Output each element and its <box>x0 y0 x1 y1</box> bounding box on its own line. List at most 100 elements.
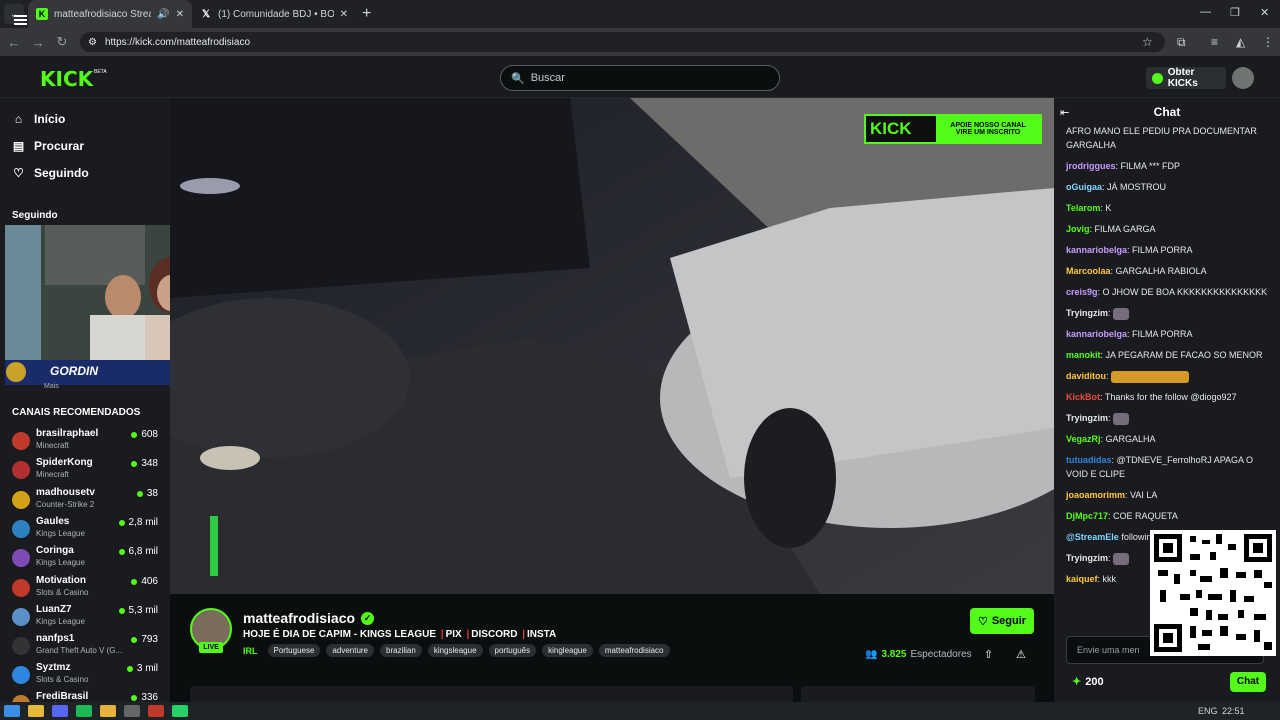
chat-username[interactable]: creis9g <box>1066 287 1098 297</box>
chat-username[interactable]: oGuigaa <box>1066 182 1102 192</box>
chrome-icon[interactable] <box>100 705 116 717</box>
speaker-icon[interactable]: 🔊 <box>157 9 169 20</box>
chat-username[interactable]: Tryingzim <box>1066 413 1108 423</box>
video-player[interactable]: KICK APOIE NOSSO CANAL VIRE UM INSCRITO <box>170 98 1054 594</box>
channel-name: FrediBrasil <box>36 691 89 702</box>
recommended-channel[interactable]: Motivation Slots & Casino 406 <box>12 575 162 603</box>
browser-tab-x[interactable]: 𝕏 (1) Comunidade BDJ • BONDE ✕ <box>192 0 356 28</box>
following-more[interactable]: Mais <box>44 383 59 390</box>
follow-button[interactable]: ♡ Seguir <box>970 608 1034 634</box>
sidebar-item-home[interactable]: ⌂ Início <box>12 112 65 126</box>
recommended-channel[interactable]: LuanZ7 Kings League 5,3 mil <box>12 604 162 632</box>
get-kicks-button[interactable]: Obter KICKs <box>1146 67 1226 89</box>
beta-label: BETA <box>94 69 107 75</box>
recommended-channel[interactable]: SpiderKong Minecraft 348 <box>12 457 162 485</box>
sidebar-item-browse[interactable]: ▤ Procurar <box>12 139 84 153</box>
chat-username[interactable]: kannariobelga <box>1066 329 1127 339</box>
channel-category: Slots & Casino <box>36 588 89 597</box>
chat-username[interactable]: Tryingzim <box>1066 308 1108 318</box>
tag[interactable]: adventure <box>326 644 375 657</box>
chat-username[interactable]: DjMpc717 <box>1066 511 1108 521</box>
recommended-channel[interactable]: FrediBrasil 336 <box>12 691 162 702</box>
tag[interactable]: kingsleague <box>427 644 483 657</box>
overlay-text: GORDIN <box>50 364 98 378</box>
channel-category: Kings League <box>36 617 85 626</box>
recommended-channel[interactable]: nanfps1 Grand Theft Auto V (G... 793 <box>12 633 162 661</box>
chat-username[interactable]: Marcoolaa <box>1066 266 1111 276</box>
media-icon[interactable]: ≡ <box>1211 35 1218 49</box>
kick-points[interactable]: ✦ 200 <box>1072 675 1104 689</box>
tab-close-icon[interactable]: ✕ <box>176 9 184 20</box>
chat-username[interactable]: VegazRj <box>1066 434 1101 444</box>
kick-logo[interactable]: KICK <box>40 67 93 91</box>
chat-username[interactable]: kaiquef <box>1066 574 1098 584</box>
search-input[interactable]: 🔍 Buscar <box>500 65 780 91</box>
steam-icon[interactable] <box>124 705 140 717</box>
recommended-channel[interactable]: Gaules Kings League 2,8 mil <box>12 516 162 544</box>
chat-username[interactable]: kannariobelga <box>1066 245 1127 255</box>
site-info-icon[interactable]: ⚙ <box>88 37 97 48</box>
hamburger-menu-icon[interactable] <box>14 15 27 25</box>
chat-username[interactable]: @StreamEle <box>1066 532 1119 542</box>
whatsapp-icon[interactable] <box>172 705 188 717</box>
channel-name[interactable]: matteafrodisiaco <box>243 610 355 626</box>
chat-username[interactable]: joaoamorimm <box>1066 490 1125 500</box>
share-icon[interactable]: ⇧ <box>984 648 993 661</box>
kicks-coin-icon <box>1152 72 1163 84</box>
tag[interactable]: kingleague <box>542 644 593 657</box>
recommended-channel[interactable]: madhousetv Counter-Strike 2 38 <box>12 487 162 515</box>
forward-icon[interactable]: → <box>26 35 50 50</box>
minimize-icon[interactable]: — <box>1200 6 1211 18</box>
tab-title: (1) Comunidade BDJ • BONDE <box>218 8 334 20</box>
app-icon[interactable] <box>148 705 164 717</box>
tag[interactable]: português <box>488 644 537 657</box>
sidebar-item-label: Procurar <box>34 139 85 153</box>
collapse-chat-icon[interactable]: ⇤ <box>1060 106 1069 119</box>
channel-category: Minecraft <box>36 470 69 479</box>
url-field[interactable]: ⚙ https://kick.com/matteafrodisiaco <box>80 32 1165 52</box>
close-window-icon[interactable]: ✕ <box>1260 6 1269 19</box>
viewer-count-value: 38 <box>146 488 158 499</box>
chat-username[interactable]: KickBot <box>1066 392 1100 402</box>
reload-icon[interactable]: ↻ <box>50 34 74 50</box>
viewer-count: 793 <box>131 634 158 645</box>
chat-username[interactable]: Tryingzim <box>1066 553 1108 563</box>
following-stream-overlay[interactable] <box>5 225 170 385</box>
new-tab-icon[interactable]: + <box>362 5 371 23</box>
language-indicator[interactable]: ENG <box>1198 706 1218 716</box>
extensions-icon[interactable]: ⧉ <box>1177 35 1186 50</box>
chat-message: Jovig: FILMA GARGA <box>1066 224 1156 234</box>
user-avatar[interactable] <box>1232 67 1254 89</box>
tag[interactable]: matteafrodisiaco <box>598 644 670 657</box>
report-icon[interactable]: ⚠ <box>1016 648 1026 661</box>
recommended-channel[interactable]: brasilraphael Minecraft 608 <box>12 428 162 456</box>
tag[interactable]: Portuguese <box>267 644 321 657</box>
bookmark-star-icon[interactable]: ☆ <box>1142 35 1153 49</box>
chat-message: joaoamorimm: VAI LA <box>1066 490 1158 500</box>
discord-icon[interactable] <box>52 705 68 717</box>
browser-tab-kick[interactable]: K matteafrodisiaco Stream - W 🔊 ✕ <box>28 0 192 28</box>
tab-close-icon[interactable]: ✕ <box>340 9 348 20</box>
channel-name: brasilraphael <box>36 428 99 439</box>
profile-icon[interactable]: ◭ <box>1236 35 1245 49</box>
chat-send-button[interactable]: Chat <box>1230 672 1266 692</box>
chat-username[interactable]: Telarom <box>1066 203 1100 213</box>
restore-icon[interactable]: ❐ <box>1230 6 1240 19</box>
chat-username[interactable]: tutuadidas <box>1066 455 1112 465</box>
start-icon[interactable] <box>4 705 20 717</box>
chat-username[interactable]: Jovig <box>1066 224 1090 234</box>
avatar <box>12 608 30 626</box>
file-explorer-icon[interactable] <box>28 705 44 717</box>
menu-dots-icon[interactable]: ⋮ <box>1262 35 1274 49</box>
tag[interactable]: brazilian <box>380 644 422 657</box>
back-icon[interactable]: ← <box>2 35 26 50</box>
clock[interactable]: 22:51 <box>1222 706 1245 716</box>
chat-username[interactable]: manokit <box>1066 350 1101 360</box>
spotify-icon[interactable] <box>76 705 92 717</box>
recommended-channel[interactable]: Syztmz Slots & Casino 3 mil <box>12 662 162 690</box>
recommended-channel[interactable]: Coringa Kings League 6,8 mil <box>12 545 162 573</box>
chat-username[interactable]: jrodriggues <box>1066 161 1116 171</box>
sidebar-item-following[interactable]: ♡ Seguindo <box>12 166 89 180</box>
category-link[interactable]: IRL <box>243 646 258 656</box>
chat-username[interactable]: daviditou <box>1066 371 1106 381</box>
